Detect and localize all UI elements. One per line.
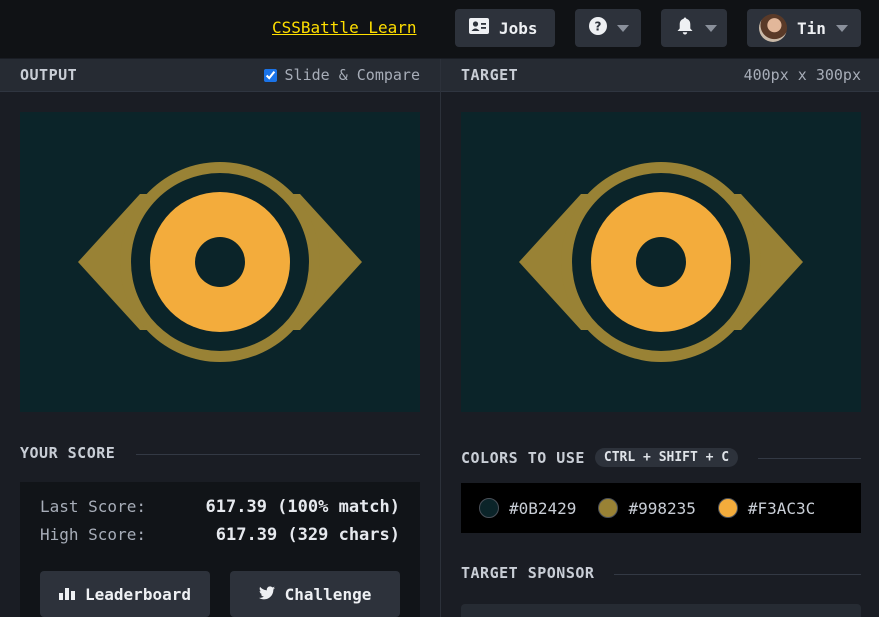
id-card-icon	[469, 18, 489, 38]
copy-colors-shortcut: CTRL + SHIFT + C	[594, 448, 739, 467]
color-hex: #0B2429	[509, 498, 577, 518]
svg-text:?: ?	[595, 20, 602, 34]
question-icon: ?	[589, 17, 607, 39]
challenge-button[interactable]: Challenge	[230, 571, 400, 617]
output-panel-header: OUTPUT Slide & Compare	[0, 59, 440, 92]
bell-icon	[677, 17, 693, 39]
score-box: Last Score: 617.39 (100% match) High Sco…	[20, 482, 420, 617]
color-swatch	[717, 498, 738, 518]
jobs-button[interactable]: Jobs	[455, 9, 555, 47]
chevron-down-icon	[835, 24, 848, 32]
color-hex: #F3AC3C	[747, 498, 816, 518]
leaderboard-button[interactable]: Leaderboard	[40, 571, 210, 617]
color-item[interactable]: #0B2429	[479, 498, 576, 518]
output-title: OUTPUT	[20, 66, 78, 84]
output-eye-image	[78, 162, 362, 362]
slide-compare-label: Slide & Compare	[284, 66, 420, 84]
target-dimensions: 400px x 300px	[743, 66, 861, 84]
color-item[interactable]: #F3AC3C	[717, 498, 816, 518]
high-score-value: 617.39 (329 chars)	[215, 525, 400, 545]
colors-palette: #0B2429 #998235 #F3AC3C	[461, 483, 861, 533]
twitter-icon	[258, 585, 275, 604]
help-menu-button[interactable]: ?	[575, 9, 641, 47]
high-score-row: High Score: 617.39 (329 chars)	[40, 525, 400, 545]
sponsor-box[interactable]	[461, 604, 861, 617]
target-eye-image	[519, 162, 803, 362]
challenge-label: Challenge	[284, 584, 372, 604]
panel-divider	[440, 59, 441, 617]
colors-title-line	[758, 458, 861, 459]
last-score-value: 617.39 (100% match)	[205, 497, 400, 517]
top-bar: CSSBattle Learn Jobs ? Tin	[0, 0, 879, 58]
colors-title: COLORS TO USE	[461, 448, 585, 467]
slide-compare-toggle[interactable]: Slide & Compare	[263, 66, 420, 84]
notifications-button[interactable]	[661, 9, 727, 47]
user-menu-button[interactable]: Tin	[747, 9, 861, 47]
target-canvas	[461, 112, 861, 412]
bar-chart-icon	[59, 585, 76, 604]
output-canvas[interactable]	[20, 112, 420, 412]
target-panel-header: TARGET 400px x 300px	[441, 59, 879, 92]
slide-compare-checkbox[interactable]	[263, 68, 277, 82]
last-score-row: Last Score: 617.39 (100% match)	[40, 497, 400, 517]
score-title: YOUR SCORE	[20, 444, 116, 462]
user-name: Tin	[797, 18, 826, 38]
learn-link[interactable]: CSSBattle Learn	[272, 17, 417, 39]
color-swatch	[479, 498, 499, 518]
score-section-title: YOUR SCORE	[20, 444, 115, 462]
target-title: TARGET	[461, 66, 519, 84]
jobs-label: Jobs	[499, 18, 538, 38]
color-item[interactable]: #998235	[598, 498, 696, 518]
sponsor-title: TARGET SPONSOR	[461, 564, 595, 582]
color-swatch	[598, 498, 619, 518]
score-title-line	[136, 454, 420, 455]
chevron-down-icon	[705, 24, 717, 32]
colors-section-title: COLORS TO USE CTRL + SHIFT + C	[461, 448, 739, 467]
avatar	[759, 14, 787, 42]
color-hex: #998235	[628, 498, 696, 518]
chevron-down-icon	[617, 24, 629, 32]
high-score-label: High Score:	[40, 525, 146, 544]
sponsor-section-title: TARGET SPONSOR	[461, 564, 594, 582]
last-score-label: Last Score:	[40, 497, 146, 516]
sponsor-title-line	[614, 574, 861, 575]
leaderboard-label: Leaderboard	[85, 584, 191, 604]
